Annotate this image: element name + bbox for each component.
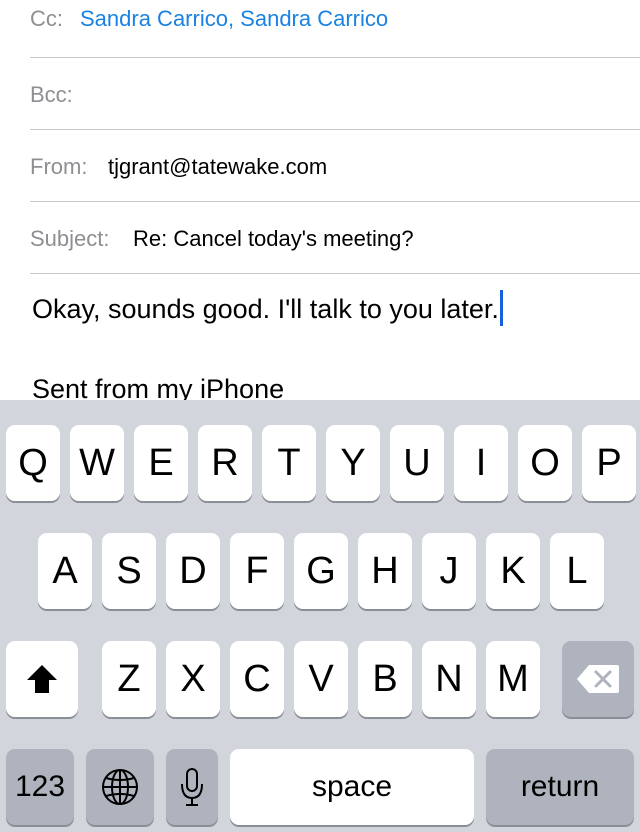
- key-b[interactable]: B: [358, 641, 412, 717]
- key-w[interactable]: W: [70, 425, 124, 501]
- key-k[interactable]: K: [486, 533, 540, 609]
- microphone-icon: [179, 766, 205, 808]
- shift-key[interactable]: [6, 641, 78, 717]
- globe-icon: [100, 767, 140, 807]
- cc-label: Cc:: [30, 6, 63, 31]
- key-x[interactable]: X: [166, 641, 220, 717]
- key-n[interactable]: N: [422, 641, 476, 717]
- key-i[interactable]: I: [454, 425, 508, 501]
- key-e[interactable]: E: [134, 425, 188, 501]
- key-q[interactable]: Q: [6, 425, 60, 501]
- key-c[interactable]: C: [230, 641, 284, 717]
- bcc-label: Bcc:: [30, 82, 73, 107]
- key-m[interactable]: M: [486, 641, 540, 717]
- key-r[interactable]: R: [198, 425, 252, 501]
- globe-key[interactable]: [86, 749, 154, 825]
- key-h[interactable]: H: [358, 533, 412, 609]
- message-signature[interactable]: Sent from my iPhone: [32, 374, 284, 400]
- divider: [30, 273, 640, 274]
- key-u[interactable]: U: [390, 425, 444, 501]
- subject-label: Subject:: [30, 226, 110, 251]
- subject-value[interactable]: Re: Cancel today's meeting?: [133, 226, 414, 252]
- bcc-field[interactable]: Bcc:: [0, 58, 640, 130]
- from-field[interactable]: From: tjgrant@tatewake.com: [0, 130, 640, 202]
- subject-field[interactable]: Subject: Re: Cancel today's meeting?: [0, 202, 640, 274]
- key-d[interactable]: D: [166, 533, 220, 609]
- key-o[interactable]: O: [518, 425, 572, 501]
- key-g[interactable]: G: [294, 533, 348, 609]
- key-t[interactable]: T: [262, 425, 316, 501]
- key-a[interactable]: A: [38, 533, 92, 609]
- key-l[interactable]: L: [550, 533, 604, 609]
- numbers-key[interactable]: 123: [6, 749, 74, 825]
- message-body-line[interactable]: Okay, sounds good. I'll talk to you late…: [32, 290, 503, 326]
- backspace-icon: [575, 663, 621, 695]
- from-label: From:: [30, 154, 88, 179]
- key-y[interactable]: Y: [326, 425, 380, 501]
- space-key[interactable]: space: [230, 749, 474, 825]
- message-body-text: Okay, sounds good. I'll talk to you late…: [32, 294, 499, 324]
- key-f[interactable]: F: [230, 533, 284, 609]
- cc-recipients[interactable]: Sandra Carrico, Sandra Carrico: [80, 6, 388, 32]
- delete-key[interactable]: [562, 641, 634, 717]
- shift-arrow-icon: [25, 663, 59, 695]
- key-s[interactable]: S: [102, 533, 156, 609]
- key-v[interactable]: V: [294, 641, 348, 717]
- from-address[interactable]: tjgrant@tatewake.com: [108, 154, 327, 180]
- key-j[interactable]: J: [422, 533, 476, 609]
- dictation-key[interactable]: [166, 749, 218, 825]
- cc-field[interactable]: Cc: Sandra Carrico, Sandra Carrico: [0, 0, 640, 58]
- key-p[interactable]: P: [582, 425, 636, 501]
- key-z[interactable]: Z: [102, 641, 156, 717]
- keyboard: Q W E R T Y U I O P A S D F G H J K L Z …: [0, 400, 640, 832]
- compose-view: Cc: Sandra Carrico, Sandra Carrico Bcc: …: [0, 0, 640, 400]
- text-cursor: [499, 290, 503, 326]
- return-key[interactable]: return: [486, 749, 634, 825]
